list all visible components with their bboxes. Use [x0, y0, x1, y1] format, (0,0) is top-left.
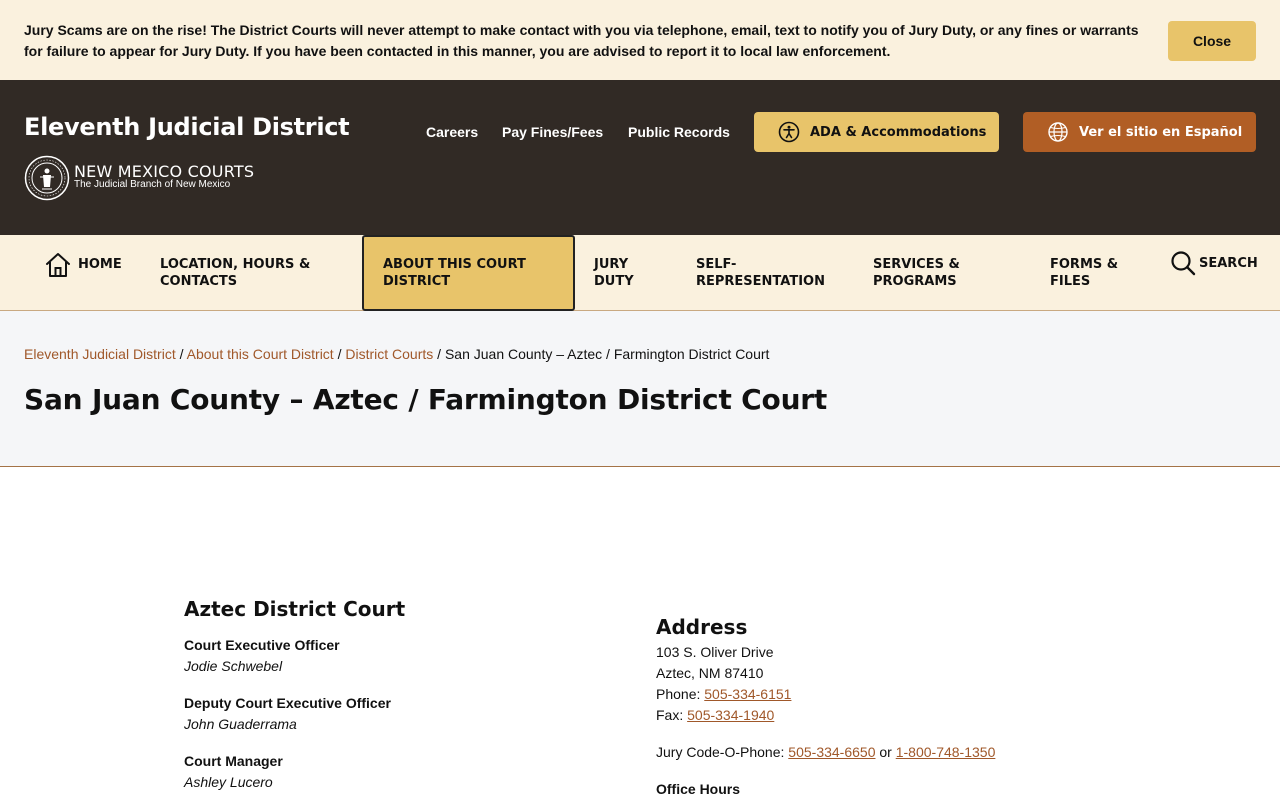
nav-jury-line2: DUTY	[594, 274, 634, 289]
site-title[interactable]: Eleventh Judicial District	[24, 113, 350, 141]
address-heading: Address	[656, 615, 748, 639]
nav-home[interactable]: HOME	[78, 256, 122, 273]
breadcrumb: Eleventh Judicial District / About this …	[24, 346, 770, 362]
jury-tollfree-link[interactable]: 1-800-748-1350	[896, 744, 996, 760]
nav-search[interactable]: SEARCH	[1199, 255, 1258, 272]
nav-location-line1: LOCATION, HOURS &	[160, 257, 311, 272]
page-title: San Juan County – Aztec / Farmington Dis…	[24, 383, 828, 416]
court-seal-icon	[24, 155, 70, 201]
address-fax-line: Fax: 505-334-1940	[656, 707, 775, 723]
address-phone-line: Phone: 505-334-6151	[656, 686, 792, 702]
jury-phone-link[interactable]: 505-334-6650	[788, 744, 875, 760]
court-staff-section: Aztec District Court Court Executive Off…	[184, 597, 604, 793]
staff-name: Jodie Schwebel	[184, 658, 283, 674]
nav-services-programs[interactable]: SERVICES & PROGRAMS	[873, 256, 960, 290]
phone-link[interactable]: 505-334-6151	[704, 686, 791, 702]
nav-services-line1: SERVICES &	[873, 257, 960, 272]
nav-location-hours-contacts[interactable]: LOCATION, HOURS & CONTACTS	[160, 256, 310, 290]
staff-item: Court Executive Officer Jodie Schwebel	[184, 635, 604, 677]
staff-role: Court Manager	[184, 753, 283, 769]
fax-link[interactable]: 505-334-1940	[687, 707, 774, 723]
alert-close-button[interactable]: Close	[1168, 21, 1256, 61]
globe-icon	[1048, 122, 1068, 142]
staff-role: Deputy Court Executive Officer	[184, 695, 391, 711]
jury-phone-line: Jury Code-O-Phone: 505-334-6650 or 1-800…	[656, 744, 996, 760]
nav-forms-line2: FILES	[1050, 274, 1091, 289]
nav-self-representation[interactable]: SELF- REPRESENTATION	[696, 256, 825, 290]
pay-fines-link[interactable]: Pay Fines/Fees	[502, 124, 603, 140]
court-heading: Aztec District Court	[184, 597, 406, 621]
accessibility-icon	[778, 121, 800, 143]
nav-selfrep-line2: REPRESENTATION	[696, 274, 825, 289]
spanish-site-button[interactable]: Ver el sitio en Español	[1023, 112, 1256, 152]
staff-item: Court Manager Ashley Lucero	[184, 751, 604, 793]
ada-accommodations-button[interactable]: ADA & Accommodations	[754, 112, 999, 152]
nav-forms-files[interactable]: FORMS & FILES	[1050, 256, 1118, 290]
nav-forms-line1: FORMS &	[1050, 257, 1119, 272]
ada-button-label: ADA & Accommodations	[810, 124, 987, 140]
home-icon[interactable]	[44, 251, 72, 279]
breadcrumb-link-about[interactable]: About this Court District	[187, 346, 334, 362]
page-title-band: Eleventh Judicial District / About this …	[0, 311, 1280, 467]
public-records-link[interactable]: Public Records	[628, 124, 730, 140]
jury-scam-alert: Jury Scams are on the rise! The District…	[0, 0, 1280, 80]
address-street: 103 S. Oliver Drive	[656, 644, 774, 660]
careers-link[interactable]: Careers	[426, 124, 478, 140]
staff-role: Court Executive Officer	[184, 637, 340, 653]
breadcrumb-link-home[interactable]: Eleventh Judicial District	[24, 346, 176, 362]
nav-jury-line1: JURY	[594, 257, 629, 272]
office-hours-heading: Office Hours	[656, 781, 741, 797]
spanish-button-label: Ver el sitio en Español	[1079, 124, 1243, 140]
address-section: Address 103 S. Oliver Drive Aztec, NM 87…	[656, 615, 1156, 800]
alert-message: Jury Scams are on the rise! The District…	[24, 22, 1139, 59]
nav-location-line2: CONTACTS	[160, 274, 238, 289]
breadcrumb-current: San Juan County – Aztec / Farmington Dis…	[444, 346, 770, 362]
nav-about-line2: DISTRICT	[383, 274, 451, 289]
staff-name: Ashley Lucero	[184, 774, 273, 790]
nav-services-line2: PROGRAMS	[873, 274, 957, 289]
main-navigation: HOME LOCATION, HOURS & CONTACTS ABOUT TH…	[0, 235, 1280, 311]
nav-about-court-district[interactable]: ABOUT THIS COURT DISTRICT	[383, 256, 526, 290]
staff-item: Deputy Court Executive Officer John Guad…	[184, 693, 604, 735]
nav-about-line1: ABOUT THIS COURT	[383, 257, 526, 272]
address-city: Aztec, NM 87410	[656, 665, 764, 681]
nm-courts-logo[interactable]: NEW MEXICO COURTS The Judicial Branch of…	[24, 155, 274, 203]
search-icon[interactable]	[1170, 250, 1196, 276]
staff-name: John Guaderrama	[184, 716, 297, 732]
logo-sub-text: The Judicial Branch of New Mexico	[74, 179, 231, 190]
breadcrumb-link-district-courts[interactable]: District Courts	[345, 346, 433, 362]
nav-jury-duty[interactable]: JURY DUTY	[594, 256, 634, 290]
nav-selfrep-line1: SELF-	[696, 257, 737, 272]
